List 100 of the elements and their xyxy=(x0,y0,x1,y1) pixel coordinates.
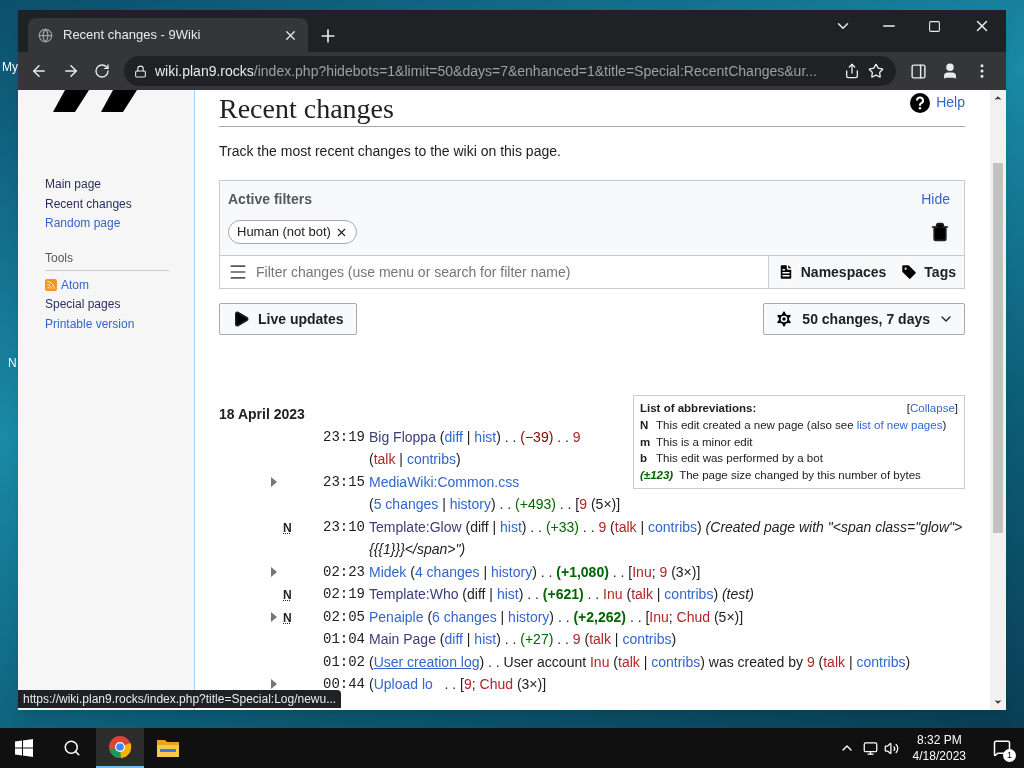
wiki-link[interactable]: Big Floppa xyxy=(369,428,436,445)
options-button[interactable]: 50 changes, 7 days xyxy=(763,303,965,335)
filter-input[interactable]: Filter changes (use menu or search for filter name) xyxy=(256,261,760,283)
wiki-link[interactable]: contribs xyxy=(406,451,456,467)
sidebar-link[interactable]: Recent changes xyxy=(45,195,194,212)
abbreviation-description: The page size changed by this number of bytes xyxy=(679,468,921,484)
missing-page-link[interactable]: Inu xyxy=(649,608,669,625)
wiki-link[interactable]: contribs xyxy=(664,586,714,602)
collapse-toggle: [Collapse] xyxy=(906,400,958,417)
search-icon[interactable] xyxy=(63,739,81,757)
expand-arrow-icon[interactable] xyxy=(271,679,277,690)
lock-icon xyxy=(134,64,147,78)
scrollbar-thumb[interactable] xyxy=(993,163,1003,533)
missing-page-link[interactable]: talk xyxy=(823,653,846,670)
wiki-link[interactable]: history xyxy=(490,563,533,580)
wiki-link[interactable]: 4 changes xyxy=(414,563,480,580)
sidebar-link[interactable]: Atom xyxy=(61,276,89,293)
missing-page-link[interactable]: Chud xyxy=(676,608,711,625)
expand-arrow-icon[interactable] xyxy=(271,611,277,622)
wiki-link[interactable]: diff xyxy=(444,428,463,445)
expand-arrow-icon[interactable] xyxy=(271,566,277,577)
wiki-link[interactable]: hist xyxy=(500,518,522,535)
notification-icon xyxy=(993,739,1011,757)
side-panel-icon[interactable] xyxy=(910,62,927,80)
missing-page-link[interactable]: 9 xyxy=(806,653,815,670)
missing-page-link[interactable]: 9 xyxy=(659,563,668,580)
windows-logo-icon[interactable] xyxy=(15,739,33,757)
change-entry: Template:Glow (diff | hist) . . (+33) . . 9 (talk | contribs) (Created page with "<span class="glow"> {{{1}}}</span>") xyxy=(369,518,964,557)
wiki-link[interactable]: list of new pages xyxy=(856,418,943,431)
wiki-link[interactable]: hist xyxy=(496,586,519,602)
collapse-link[interactable]: Collapse xyxy=(910,402,955,414)
wiki-link[interactable]: contribs xyxy=(622,631,672,647)
wiki-link[interactable]: Main Page xyxy=(369,631,436,647)
scroll-down-icon[interactable] xyxy=(993,697,1003,707)
filter-tag[interactable]: Human (not bot) xyxy=(228,220,357,244)
volume-icon[interactable] xyxy=(883,740,899,756)
clock[interactable]: 8:32 PM 4/18/2023 xyxy=(906,732,972,764)
notifications-button[interactable]: 1 xyxy=(980,728,1024,768)
wiki-link[interactable]: Penaiple xyxy=(369,608,424,625)
wiki-link[interactable]: contribs xyxy=(648,518,698,535)
wiki-link[interactable]: contribs xyxy=(856,653,906,670)
hide-link[interactable]: Hide xyxy=(921,189,950,210)
wiki-link[interactable]: Upload lo xyxy=(373,676,433,692)
back-icon[interactable] xyxy=(30,62,48,80)
address-bar[interactable]: wiki.plan9.rocks/index.php?hidebots=1&limit=50&days=7&enhanced=1&title=Special:RecentChanges&ur... xyxy=(124,56,896,86)
sidebar-link[interactable]: Main page xyxy=(45,176,194,193)
missing-page-link[interactable]: talk xyxy=(589,631,611,647)
missing-page-link[interactable]: Chud xyxy=(479,676,513,692)
sidebar-link[interactable]: Printable version xyxy=(45,315,135,332)
change-time: 01:04 xyxy=(323,631,365,648)
change-entry: Main Page (diff | hist) . . (+27) . . 9 (talk | contribs) xyxy=(369,631,677,647)
wiki-link[interactable]: 6 changes xyxy=(432,608,497,625)
missing-page-link[interactable]: Inu xyxy=(632,563,652,580)
expand-arrow-icon[interactable] xyxy=(271,476,277,487)
missing-page-link[interactable]: Inu xyxy=(603,586,623,602)
bookmark-star-icon[interactable] xyxy=(868,63,884,79)
globe-icon xyxy=(38,27,53,43)
wiki-link[interactable]: User creation log xyxy=(373,653,480,670)
live-updates-button[interactable]: Live updates xyxy=(219,303,357,335)
missing-page-link[interactable]: talk xyxy=(631,586,653,602)
sidebar-link[interactable]: Special pages xyxy=(45,296,121,313)
missing-page-link[interactable]: talk xyxy=(618,653,640,670)
wiki-link[interactable]: contribs xyxy=(651,653,701,670)
wiki-link[interactable]: history xyxy=(449,496,491,512)
missing-page-link[interactable]: Inu xyxy=(590,653,610,670)
change-entry: (Upload lo . . [9; Chud (3×)] xyxy=(369,676,547,692)
wiki-link[interactable]: diff xyxy=(444,631,463,647)
tags-button[interactable]: Tags xyxy=(900,261,956,283)
network-icon[interactable] xyxy=(862,740,878,756)
wiki-link[interactable]: 5 changes xyxy=(373,496,439,512)
intro-text: Track the most recent changes to the wiki on this page. xyxy=(219,142,562,161)
wiki-link[interactable]: Template:Glow xyxy=(369,518,462,535)
wiki-link[interactable]: hist xyxy=(474,631,497,647)
wiki-link[interactable]: Template:Who xyxy=(369,586,459,602)
sidebar-heading: Tools xyxy=(45,248,169,271)
sidebar-link[interactable]: Random page xyxy=(45,215,194,232)
missing-page-link[interactable]: 9 xyxy=(579,496,588,512)
filters-heading: Active filters xyxy=(228,190,314,209)
missing-page-link[interactable]: 9 xyxy=(572,631,581,647)
scroll-up-icon[interactable] xyxy=(993,93,1003,103)
missing-page-link[interactable]: talk xyxy=(373,451,396,467)
abbreviation-description: This is a minor edit xyxy=(656,434,753,450)
abbreviation-key: (±123) xyxy=(640,467,674,484)
namespaces-button[interactable]: Namespaces xyxy=(776,261,887,283)
missing-page-link[interactable]: 9 xyxy=(572,428,581,445)
share-icon[interactable] xyxy=(844,63,860,79)
help-link[interactable]: Help xyxy=(936,92,965,113)
wiki-link[interactable]: Midek xyxy=(369,563,407,580)
maximize-icon[interactable] xyxy=(928,19,941,33)
taskbar-app[interactable] xyxy=(96,728,144,768)
missing-page-link[interactable]: talk xyxy=(614,518,637,535)
profile-icon[interactable] xyxy=(941,62,959,80)
wiki-link[interactable]: hist xyxy=(474,428,497,445)
browser-tab[interactable]: Recent changes - 9Wiki xyxy=(28,18,308,52)
delete-icon[interactable] xyxy=(930,222,950,242)
missing-page-link[interactable]: 9 xyxy=(598,518,607,535)
wiki-link[interactable]: MediaWiki:Common.css xyxy=(369,473,520,490)
forward-icon[interactable] xyxy=(62,62,80,80)
reload-icon[interactable] xyxy=(94,63,110,79)
wiki-link[interactable]: history xyxy=(508,608,550,625)
